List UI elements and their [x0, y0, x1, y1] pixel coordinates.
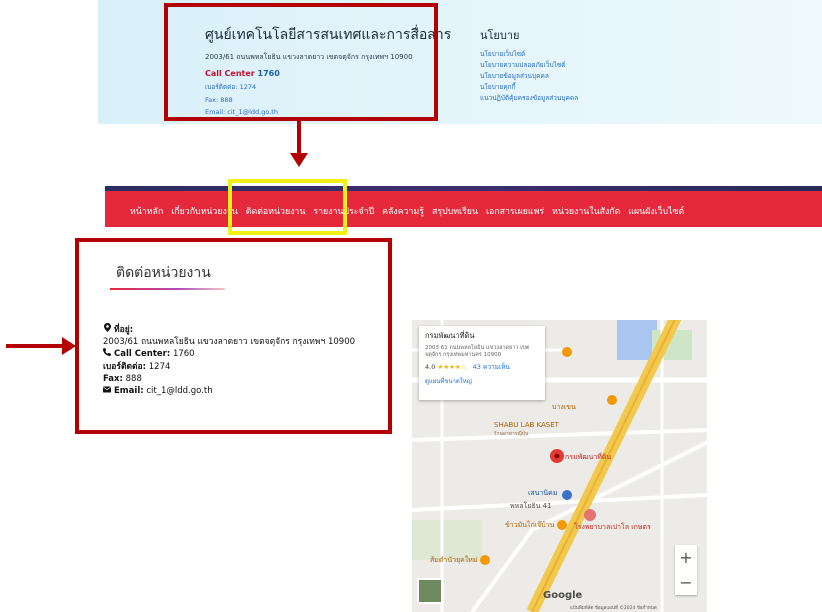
map-label-shabu-sub: ร้านอาหารญี่ปุ่น — [494, 431, 529, 437]
email-label: Email: — [114, 386, 144, 397]
email-value[interactable]: cit_1@ldd.go.th — [146, 386, 212, 396]
place-rating: 4.0 ★★★★☆ 43 ความเห็น — [425, 362, 539, 372]
nav-item-knowledge[interactable]: คลังความรู้ — [382, 204, 424, 218]
contact-details: ที่อยู่: 2003/61 ถนนพหลโยธิน แขวงลาดยาว … — [102, 323, 356, 397]
map-label-chicken[interactable]: ข้าวมันไก่เจ๊บ้าน — [505, 520, 554, 531]
map-label-station[interactable]: เสนานิคม — [528, 488, 557, 499]
satellite-toggle-thumbnail[interactable] — [417, 578, 443, 604]
policy-section: นโยบาย นโยบายเว็บไซต์ นโยบายความปลอดภัยเ… — [480, 26, 578, 104]
annotation-arrow-right — [6, 344, 64, 348]
contact-call-row: Call Center: 1760 — [102, 348, 355, 360]
zoom-controls: + − — [675, 545, 697, 595]
nav-item-publications[interactable]: เอกสารเผยแพร่ — [486, 204, 544, 218]
contact-fax-row: Fax: 888 — [103, 373, 355, 385]
annotation-highlight-contact — [228, 179, 347, 235]
policy-link-personal-data[interactable]: นโยบายข้อมูลส่วนบุคคล — [480, 71, 578, 82]
reviews-link[interactable]: 43 ความเห็น — [473, 363, 510, 371]
contact-address-row: ที่อยู่: — [103, 323, 355, 336]
map-attribution[interactable]: แป้นพิมพ์ลัด ข้อมูลแผนที่ ©2024 ข้อกำหนด — [570, 604, 657, 611]
policy-link-data-protection[interactable]: แนวปฏิบัติคุ้มครองข้อมูลส่วนบุคคล — [480, 93, 578, 104]
annotation-arrow-down — [297, 121, 301, 154]
star-rating-icon: ★★★★☆ — [437, 363, 467, 371]
fax-value: 888 — [125, 373, 142, 384]
annotation-arrow-down-head — [290, 153, 308, 167]
policy-link-cookies[interactable]: นโยบายคุกกี้ — [480, 82, 578, 93]
zoom-out-button[interactable]: − — [675, 570, 697, 595]
contact-heading: ติดต่อหน่วยงาน — [116, 265, 211, 281]
google-logo: Google — [543, 590, 583, 601]
map-marker-icon — [103, 323, 111, 336]
call-center-value: 1760 — [172, 349, 195, 360]
place-address: 2003 61 ถนนพหลโยธิน แขวงลาดยาว เขตจตุจัก… — [425, 345, 530, 358]
annotation-arrow-right-head — [62, 337, 76, 355]
nav-item-agencies[interactable]: หน่วยงานในสังกัด — [552, 204, 620, 218]
annotation-box-org-info — [164, 3, 438, 121]
policy-link-website[interactable]: นโยบายเว็บไซต์ — [480, 49, 578, 60]
phone-icon — [102, 348, 111, 360]
nav-item-sitemap[interactable]: แผนผังเว็บไซต์ — [628, 204, 684, 218]
address-label: ที่อยู่: — [114, 325, 134, 335]
contact-address: 2003/61 ถนนพหลโยธิน แขวงลาดยาว เขตจตุจัก… — [103, 337, 356, 348]
place-info-card: กรมพัฒนาที่ดิน 2003 61 ถนนพหลโยธิน แขวงล… — [419, 326, 545, 400]
map-label-hospital[interactable]: โรงพยาบาลเปาโล เกษตร — [574, 522, 651, 533]
rating-value: 4.0 — [425, 363, 436, 371]
nav-item-lessons[interactable]: สรุปบทเรียน — [432, 204, 478, 218]
fax-label: Fax: — [103, 373, 123, 384]
policy-link-security[interactable]: นโยบายความปลอดภัยเว็บไซต์ — [480, 60, 578, 71]
zoom-in-button[interactable]: + — [675, 545, 697, 570]
map-label-shabu[interactable]: SHABU LAB KASET — [494, 421, 559, 429]
contact-email-row: Email: cit_1@ldd.go.th — [103, 385, 355, 397]
place-name: กรมพัฒนาที่ดิน — [425, 331, 475, 340]
phone-value: 1274 — [148, 361, 171, 372]
phone-label: เบอร์ติดต่อ: — [103, 361, 147, 372]
larger-map-link[interactable]: ดูแผนที่ขนาดใหญ่ — [425, 376, 539, 386]
nav-item-home[interactable]: หน้าหลัก — [130, 204, 163, 218]
heading-underline — [110, 288, 225, 290]
call-center-label: Call Center: — [114, 349, 171, 360]
map-label-bang-khen: บางเขน — [552, 403, 576, 411]
policy-title: นโยบาย — [480, 29, 520, 42]
map-label-soi41: พหลโยธิน 41 — [510, 502, 552, 510]
envelope-icon — [103, 385, 111, 397]
contact-phone-row: เบอร์ติดต่อ: 1274 — [103, 361, 355, 373]
map-label-pin[interactable]: กรมพัฒนาที่ดิน — [565, 452, 611, 463]
nav-menu: หน้าหลัก เกี่ยวกับหน่วยงาน ติดต่อหน่วยงา… — [130, 204, 692, 218]
map-label-som[interactable]: ส้มตำนัวยุคใหม่ — [430, 555, 478, 566]
